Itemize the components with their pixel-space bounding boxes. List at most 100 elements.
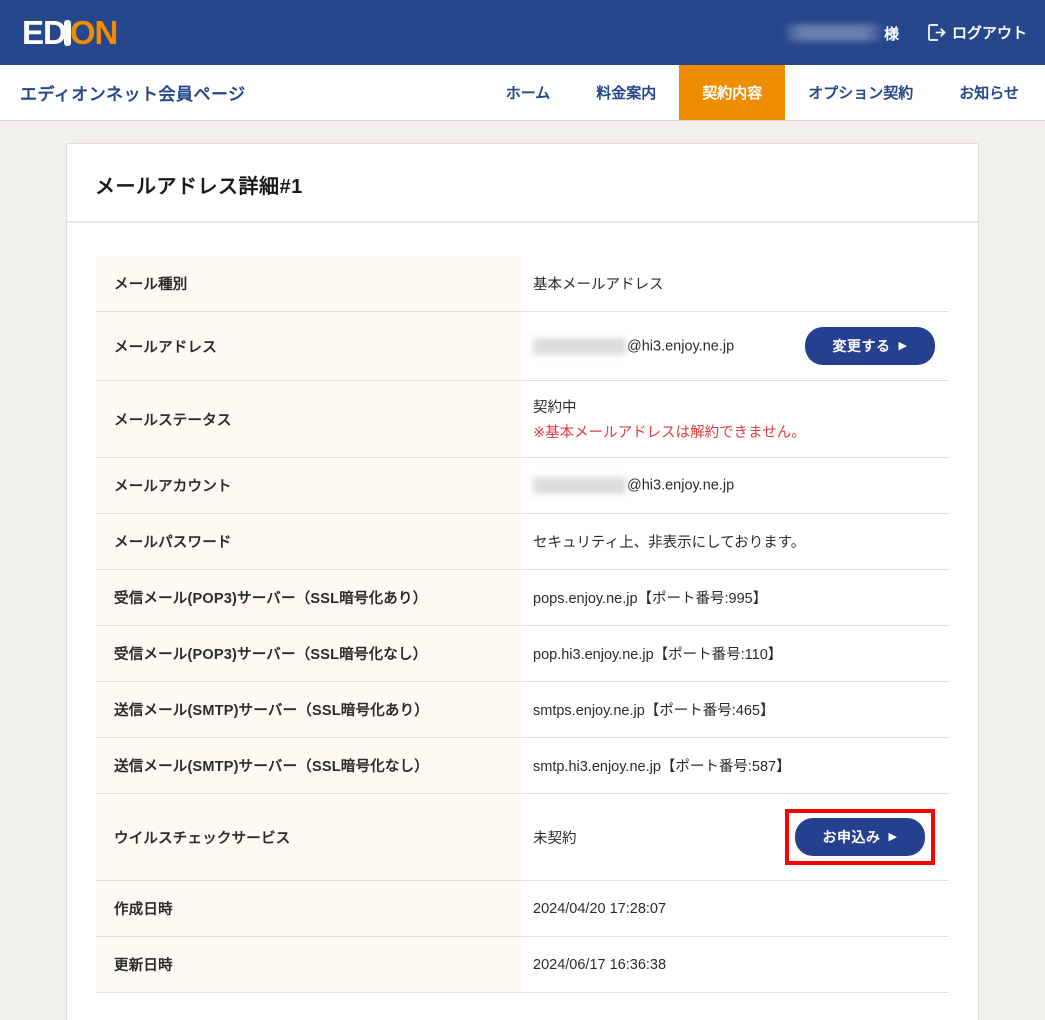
row-value-inner: セキュリティ上、非表示にしております。: [533, 530, 935, 554]
row-label: メールステータス: [96, 381, 521, 458]
logo-text-ed: ED: [22, 16, 66, 49]
table-row: メールアドレス @hi3.enjoy.ne.jp 変更する ▶: [96, 312, 949, 381]
logout-icon: [927, 23, 946, 42]
row-label: メール種別: [96, 256, 521, 312]
row-value: smtp.hi3.enjoy.ne.jp【ポート番号:587】: [533, 759, 791, 775]
row-value: 2024/04/20 17:28:07: [533, 901, 666, 917]
site-title: エディオンネット会員ページ: [20, 65, 246, 120]
table-row: 受信メール(POP3)サーバー（SSL暗号化あり） pops.enjoy.ne.j…: [96, 570, 949, 626]
mail-detail-table-body: メール種別基本メールアドレスメールアドレス@hi3.enjoy.ne.jp変更す…: [96, 256, 949, 993]
pill-button-label: 変更する: [833, 336, 891, 356]
row-value-cell: @hi3.enjoy.ne.jp 変更する ▶: [521, 312, 949, 381]
row-label: メールアドレス: [96, 312, 521, 381]
row-value-inner: 基本メールアドレス: [533, 272, 935, 296]
row-value-cell: 基本メールアドレス: [521, 256, 949, 312]
row-value-text-wrap: pop.hi3.enjoy.ne.jp【ポート番号:110】: [533, 643, 782, 664]
table-row: メール種別基本メールアドレス: [96, 256, 949, 312]
top-header-bar: EDON 様 ログアウト: [0, 0, 1045, 65]
row-value: @hi3.enjoy.ne.jp: [627, 338, 734, 354]
logo-text-on: ON: [70, 16, 118, 49]
pill-button-label: お申込み: [823, 827, 881, 847]
table-row: 受信メール(POP3)サーバー（SSL暗号化なし） pop.hi3.enjoy.n…: [96, 626, 949, 682]
row-value: 契約中: [533, 400, 577, 416]
table-row: 送信メール(SMTP)サーバー（SSL暗号化なし） smtp.hi3.enjoy.…: [96, 738, 949, 794]
play-triangle-icon: ▶: [899, 341, 908, 352]
row-value-cell: smtp.hi3.enjoy.ne.jp【ポート番号:587】: [521, 738, 949, 794]
page-title: メールアドレス詳細#1: [67, 144, 978, 223]
page-content: メールアドレス詳細#1 メール種別基本メールアドレスメールアドレス@hi3.en…: [0, 121, 1045, 1020]
row-value: 未契約: [533, 831, 577, 847]
row-value-cell: @hi3.enjoy.ne.jp: [521, 458, 949, 514]
row-value-inner: smtps.enjoy.ne.jp【ポート番号:465】: [533, 698, 935, 722]
play-triangle-icon: ▶: [889, 832, 898, 843]
row-value-text-wrap: smtps.enjoy.ne.jp【ポート番号:465】: [533, 699, 774, 720]
table-row: 更新日時 2024/06/17 16:36:38: [96, 937, 949, 993]
row-value-text-wrap: @hi3.enjoy.ne.jp: [533, 477, 734, 494]
row-value-inner: pop.hi3.enjoy.ne.jp【ポート番号:110】: [533, 642, 935, 666]
table-row: 送信メール(SMTP)サーバー（SSL暗号化あり） smtps.enjoy.ne.…: [96, 682, 949, 738]
row-label: メールパスワード: [96, 514, 521, 570]
mail-detail-table: メール種別基本メールアドレスメールアドレス@hi3.enjoy.ne.jp変更す…: [96, 255, 949, 993]
row-label: 更新日時: [96, 937, 521, 993]
row-value-text-wrap: 2024/04/20 17:28:07: [533, 901, 666, 917]
row-value-cell: セキュリティ上、非表示にしております。: [521, 514, 949, 570]
row-label: 受信メール(POP3)サーバー（SSL暗号化あり）: [96, 570, 521, 626]
row-label: メールアカウント: [96, 458, 521, 514]
row-value-inner: 未契約 お申込み ▶: [533, 809, 935, 865]
nav-item-option-contract[interactable]: オプション契約: [785, 65, 936, 120]
row-value: pops.enjoy.ne.jp【ポート番号:995】: [533, 591, 767, 607]
user-name-suffix: 様: [884, 23, 899, 44]
apply-virus-check-button[interactable]: お申込み ▶: [795, 818, 925, 856]
row-value-inner: smtp.hi3.enjoy.ne.jp【ポート番号:587】: [533, 754, 935, 778]
change-mail-address-button[interactable]: 変更する ▶: [805, 327, 935, 365]
redacted-value: [533, 477, 626, 494]
detail-card: メールアドレス詳細#1 メール種別基本メールアドレスメールアドレス@hi3.en…: [66, 143, 979, 1020]
row-value-text-wrap: 基本メールアドレス: [533, 273, 664, 294]
row-value-inner: 2024/06/17 16:36:38: [533, 953, 935, 977]
row-label: 作成日時: [96, 881, 521, 937]
row-value-text-wrap: 契約中 ※基本メールアドレスは解約できません。: [533, 396, 806, 442]
nav-item-pricing[interactable]: 料金案内: [573, 65, 679, 120]
header-user-area: 様 ログアウト: [786, 22, 1027, 44]
highlight-box: お申込み ▶: [785, 809, 935, 865]
row-value-cell: 未契約 お申込み ▶: [521, 794, 949, 881]
main-navigation-bar: エディオンネット会員ページ ホーム 料金案内 契約内容 オプション契約 お知らせ: [0, 65, 1045, 121]
row-value: pop.hi3.enjoy.ne.jp【ポート番号:110】: [533, 647, 782, 663]
row-value-cell: pop.hi3.enjoy.ne.jp【ポート番号:110】: [521, 626, 949, 682]
table-row: メールパスワードセキュリティ上、非表示にしております。: [96, 514, 949, 570]
row-value-cell: 2024/06/17 16:36:38: [521, 937, 949, 993]
row-label: 送信メール(SMTP)サーバー（SSL暗号化あり）: [96, 682, 521, 738]
user-name-block: 様: [786, 22, 899, 44]
table-row: ウイルスチェックサービス未契約お申込み▶: [96, 794, 949, 881]
row-value-text-wrap: 2024/06/17 16:36:38: [533, 957, 666, 973]
row-value: 基本メールアドレス: [533, 277, 664, 293]
row-value-inner: @hi3.enjoy.ne.jp 変更する ▶: [533, 327, 935, 365]
table-row: 作成日時 2024/04/20 17:28:07: [96, 881, 949, 937]
row-value: 2024/06/17 16:36:38: [533, 957, 666, 973]
nav-item-notices[interactable]: お知らせ: [936, 65, 1045, 120]
nav-item-home[interactable]: ホーム: [483, 65, 574, 120]
row-value-cell: 契約中 ※基本メールアドレスは解約できません。: [521, 381, 949, 458]
edion-logo[interactable]: EDON: [22, 16, 117, 49]
row-value-text-wrap: @hi3.enjoy.ne.jp: [533, 338, 734, 355]
row-value-text-wrap: 未契約: [533, 827, 577, 848]
nav-item-list: ホーム 料金案内 契約内容 オプション契約 お知らせ: [483, 65, 1045, 120]
row-value-text-wrap: smtp.hi3.enjoy.ne.jp【ポート番号:587】: [533, 755, 791, 776]
row-value-text-wrap: セキュリティ上、非表示にしております。: [533, 531, 805, 552]
row-value-cell: pops.enjoy.ne.jp【ポート番号:995】: [521, 570, 949, 626]
row-value: smtps.enjoy.ne.jp【ポート番号:465】: [533, 703, 774, 719]
row-value-text-wrap: pops.enjoy.ne.jp【ポート番号:995】: [533, 587, 767, 608]
row-label: 送信メール(SMTP)サーバー（SSL暗号化なし）: [96, 738, 521, 794]
row-value-inner: 2024/04/20 17:28:07: [533, 897, 935, 921]
row-value-inner: 契約中 ※基本メールアドレスは解約できません。: [533, 396, 935, 442]
logo-power-bar: [64, 20, 71, 46]
row-label: 受信メール(POP3)サーバー（SSL暗号化なし）: [96, 626, 521, 682]
logout-label: ログアウト: [952, 22, 1027, 43]
table-row: メールアカウント @hi3.enjoy.ne.jp: [96, 458, 949, 514]
row-value-inner: @hi3.enjoy.ne.jp: [533, 474, 935, 498]
table-row: メールステータス契約中 ※基本メールアドレスは解約できません。: [96, 381, 949, 458]
nav-item-contract-details[interactable]: 契約内容: [679, 65, 785, 120]
redacted-value: [533, 338, 626, 355]
logout-button[interactable]: ログアウト: [927, 22, 1027, 43]
row-note: ※基本メールアドレスは解約できません。: [533, 421, 806, 442]
